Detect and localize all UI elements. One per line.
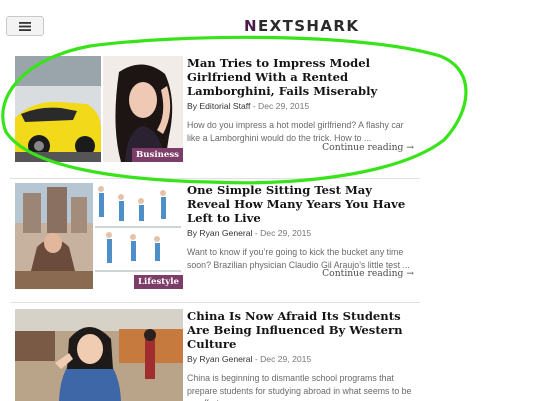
logo-text: EXTSHARK bbox=[257, 17, 360, 35]
article-author[interactable]: By Ryan General bbox=[187, 354, 252, 364]
article-divider bbox=[10, 178, 420, 179]
article-author[interactable]: By Editorial Staff bbox=[187, 101, 250, 111]
site-logo[interactable]: NEXTSHARK bbox=[244, 16, 359, 36]
article-card: Business Man Tries to Impress Model Girl… bbox=[10, 56, 420, 176]
category-badge[interactable]: Business bbox=[131, 148, 183, 162]
article-body: One Simple Sitting Test May Reveal How M… bbox=[187, 183, 417, 271]
article-card: China Is Now Afraid Its Students Are Bei… bbox=[10, 309, 420, 401]
byline-separator: - bbox=[252, 354, 261, 364]
continue-reading-link[interactable]: Continue reading → bbox=[322, 142, 414, 153]
article-byline: By Editorial Staff - Dec 29, 2015 bbox=[187, 101, 417, 112]
article-byline: By Ryan General - Dec 29, 2015 bbox=[187, 354, 417, 365]
article-excerpt: China is beginning to dismantle school p… bbox=[187, 373, 412, 401]
sitting-test-photo bbox=[15, 183, 183, 289]
category-badge[interactable]: Lifestyle bbox=[133, 275, 183, 289]
article-author[interactable]: By Ryan General bbox=[187, 228, 252, 238]
hamburger-icon bbox=[19, 21, 31, 31]
article-body: China Is Now Afraid Its Students Are Bei… bbox=[187, 309, 417, 401]
article-headline[interactable]: Man Tries to Impress Model Girlfriend Wi… bbox=[187, 56, 417, 98]
article-headline[interactable]: China Is Now Afraid Its Students Are Bei… bbox=[187, 309, 417, 351]
article-body: Man Tries to Impress Model Girlfriend Wi… bbox=[187, 56, 417, 144]
byline-separator: - bbox=[252, 228, 261, 238]
article-headline[interactable]: One Simple Sitting Test May Reveal How M… bbox=[187, 183, 417, 225]
byline-separator: - bbox=[250, 101, 259, 111]
article-card: Lifestyle One Simple Sitting Test May Re… bbox=[10, 183, 420, 295]
article-excerpt: How do you impress a hot model girlfrien… bbox=[187, 120, 404, 143]
article-thumbnail[interactable] bbox=[15, 309, 183, 401]
lamborghini-couple-photo bbox=[15, 56, 183, 162]
article-byline: By Ryan General - Dec 29, 2015 bbox=[187, 228, 417, 239]
menu-button[interactable] bbox=[6, 16, 44, 36]
students-photo bbox=[15, 309, 183, 401]
article-date: Dec 29, 2015 bbox=[260, 228, 312, 238]
continue-reading-link[interactable]: Continue reading → bbox=[322, 268, 414, 279]
article-thumbnail[interactable]: Business bbox=[15, 56, 183, 162]
article-date: Dec 29, 2015 bbox=[258, 101, 310, 111]
article-thumbnail[interactable]: Lifestyle bbox=[15, 183, 183, 289]
top-bar: NEXTSHARK bbox=[0, 0, 550, 46]
article-date: Dec 29, 2015 bbox=[260, 354, 312, 364]
logo-letter: N bbox=[244, 17, 258, 35]
article-divider bbox=[10, 302, 420, 303]
